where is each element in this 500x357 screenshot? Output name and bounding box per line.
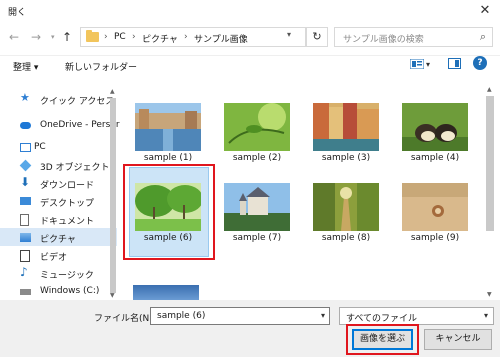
forward-arrow-icon[interactable]: → (31, 30, 41, 44)
window-title: 開く (8, 8, 27, 18)
video-icon (20, 250, 30, 262)
sidebar-item-label: ピクチャ (40, 235, 76, 245)
cloud-icon (20, 122, 31, 129)
file-item[interactable]: sample (9) (398, 183, 472, 245)
file-name-label: sample (2) (232, 153, 282, 163)
chevron-down-icon[interactable]: ▾ (321, 311, 325, 320)
close-icon[interactable]: ✕ (470, 0, 500, 22)
file-name-label: sample (7) (232, 233, 282, 243)
file-item[interactable]: sample (1) (131, 103, 205, 165)
download-icon: ⬇ (20, 175, 31, 189)
sidebar-item-label: Windows (C:) (40, 286, 100, 296)
filename-value[interactable]: sample (6) (157, 311, 205, 321)
image-thumbnail (402, 103, 468, 151)
file-name-label: sample (1) (143, 153, 193, 163)
navigation-pane: ★ クイック アクセス OneDrive - Persor PC 3D オブジェ… (0, 80, 120, 300)
sidebar-item-label: 3D オブジェクト (40, 163, 110, 173)
sidebar-item-downloads[interactable]: ⬇ ダウンロード (0, 174, 117, 192)
sidebar-item-music[interactable]: ♪ ミュージック (0, 264, 117, 282)
sidebar-item-onedrive[interactable]: OneDrive - Persor (0, 116, 120, 134)
filename-input[interactable]: sample (6) ▾ (150, 307, 330, 325)
breadcrumb-pictures[interactable]: ピクチャ (142, 32, 178, 45)
sidebar-item-label: ダウンロード (40, 181, 95, 191)
file-name-label: sample (9) (410, 233, 460, 243)
image-thumbnail (224, 183, 290, 231)
image-thumbnail (402, 183, 468, 231)
file-type-select[interactable]: すべてのファイル ▾ (339, 307, 494, 325)
file-item[interactable]: sample (7) (220, 183, 294, 245)
image-thumbnail (224, 103, 290, 151)
address-dropdown-icon[interactable]: ▾ (287, 30, 291, 39)
back-arrow-icon[interactable]: ← (9, 30, 19, 44)
new-folder-button[interactable]: 新しいフォルダー (65, 60, 137, 73)
sidebar-item-label: PC (34, 142, 46, 152)
breadcrumb-separator: › (132, 32, 136, 42)
highlight-frame (346, 324, 419, 355)
sidebar-item-desktop[interactable]: デスクトップ (0, 192, 117, 210)
sidebar-item-pc[interactable]: PC (0, 138, 117, 156)
file-name-label: sample (4) (410, 153, 460, 163)
drive-icon (20, 289, 31, 295)
file-type-value: すべてのファイル (346, 314, 418, 324)
sidebar-item-label: クイック アクセス (40, 97, 115, 107)
image-thumbnail (313, 183, 379, 231)
scroll-up-icon[interactable]: ▲ (487, 86, 492, 93)
cancel-button[interactable]: キャンセル (424, 329, 492, 350)
search-icon: ⌕ (479, 30, 486, 43)
breadcrumb-pc[interactable]: PC (114, 32, 126, 42)
scroll-down-icon[interactable]: ▼ (110, 292, 115, 299)
up-arrow-icon[interactable]: ↑ (62, 30, 72, 44)
file-name-label: sample (8) (321, 233, 371, 243)
sidebar-item-quick-access[interactable]: ★ クイック アクセス (0, 90, 117, 108)
sidebar-item-videos[interactable]: ビデオ (0, 246, 117, 264)
file-item[interactable]: sample (2) (220, 103, 294, 165)
file-name-label: sample (3) (321, 153, 371, 163)
music-icon: ♪ (20, 265, 28, 279)
search-box[interactable]: サンプル画像の検索 ⌕ (334, 27, 493, 47)
view-dropdown-icon[interactable]: ▾ (426, 60, 430, 69)
content-scrollbar-thumb[interactable] (486, 96, 494, 231)
view-options-icon[interactable] (410, 59, 424, 69)
sidebar-item-label: ミュージック (40, 271, 94, 281)
filename-label: ファイル名(N): (94, 314, 156, 324)
pictures-icon (20, 233, 31, 242)
highlight-frame (123, 164, 215, 260)
sidebar-item-pictures[interactable]: ピクチャ (0, 228, 117, 246)
sidebar-item-label: OneDrive - Persor (40, 120, 120, 130)
sidebar-item-windows-c[interactable]: Windows (C:) (0, 282, 117, 300)
image-thumbnail-partial[interactable] (133, 285, 199, 301)
sidebar-item-label: ビデオ (40, 253, 68, 263)
breadcrumb-separator: › (184, 32, 188, 42)
address-bar[interactable]: › PC › ピクチャ › サンプル画像 (80, 27, 306, 47)
breadcrumb-separator: › (104, 32, 108, 42)
file-item[interactable]: sample (3) (309, 103, 383, 165)
organize-menu-button[interactable]: 整理 ▾ (13, 60, 38, 73)
sidebar-item-3d-objects[interactable]: 3D オブジェクト (0, 156, 117, 174)
sidebar-item-label: ドキュメント (40, 217, 95, 227)
scroll-down-icon[interactable]: ▼ (487, 291, 492, 298)
refresh-icon[interactable]: ↻ (306, 27, 328, 47)
desktop-icon (20, 197, 31, 205)
star-icon: ★ (20, 91, 30, 104)
sidebar-item-label: デスクトップ (40, 199, 95, 209)
cube-icon (19, 159, 32, 172)
document-icon (20, 214, 29, 226)
image-thumbnail (135, 103, 201, 151)
sidebar-item-documents[interactable]: ドキュメント (0, 210, 117, 228)
pc-icon (20, 143, 31, 152)
file-item[interactable]: sample (8) (309, 183, 383, 245)
breadcrumb-sample-images[interactable]: サンプル画像 (194, 32, 248, 45)
folder-icon (86, 30, 99, 42)
search-input[interactable]: サンプル画像の検索 (343, 32, 424, 45)
image-thumbnail (313, 103, 379, 151)
file-item[interactable]: sample (4) (398, 103, 472, 165)
title-bar (0, 0, 500, 22)
sidebar-scrollbar-thumb[interactable] (110, 98, 116, 293)
chevron-down-icon[interactable]: ▾ (484, 311, 488, 320)
scroll-up-icon[interactable]: ▲ (110, 88, 115, 95)
recent-locations-chevron-icon[interactable]: ▾ (51, 33, 55, 41)
preview-pane-icon[interactable] (448, 58, 461, 69)
help-icon[interactable]: ? (473, 56, 487, 70)
